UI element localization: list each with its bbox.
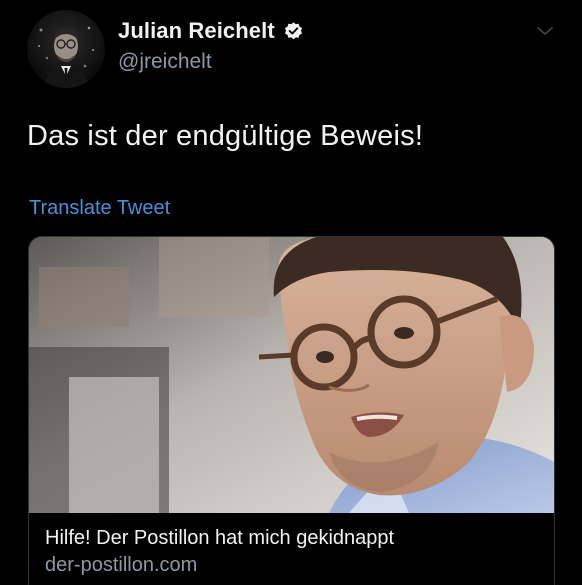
display-name[interactable]: Julian Reichelt	[118, 18, 275, 44]
link-card-domain: der-postillon.com	[45, 554, 198, 576]
translate-tweet-link[interactable]: Translate Tweet	[29, 197, 170, 220]
chevron-down-icon[interactable]	[536, 24, 554, 38]
display-name-row: Julian Reichelt	[118, 14, 304, 48]
user-handle[interactable]: @jreichelt	[118, 50, 304, 74]
verified-badge-icon	[283, 21, 304, 42]
link-card-photo	[29, 237, 554, 513]
link-card[interactable]: Hilfe! Der Postillon hat mich gekidnappt…	[28, 236, 555, 585]
tweet-header: Julian Reichelt @jreichelt	[118, 14, 304, 74]
avatar[interactable]	[27, 10, 105, 88]
tweet: Julian Reichelt @jreichelt Das ist der e…	[0, 0, 582, 585]
link-card-image[interactable]	[29, 237, 554, 513]
tweet-text: Das ist der endgültige Beweis!	[27, 120, 424, 152]
link-card-title[interactable]: Hilfe! Der Postillon hat mich gekidnappt	[45, 527, 394, 550]
avatar-portrait	[38, 26, 95, 88]
